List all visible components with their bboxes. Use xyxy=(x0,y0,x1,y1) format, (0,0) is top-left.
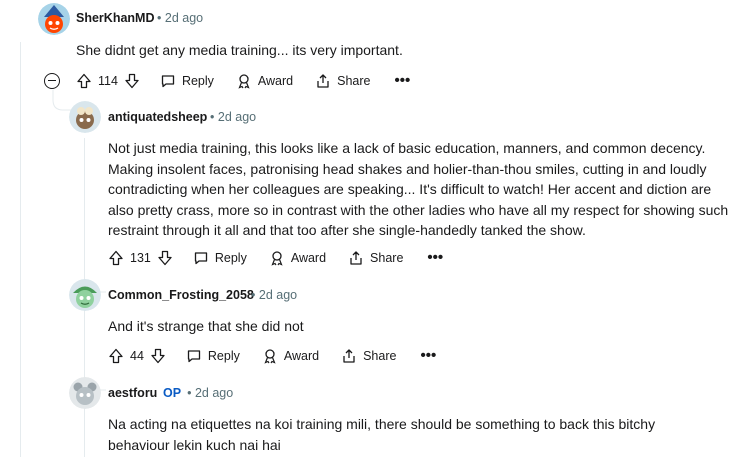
share-label: Share xyxy=(370,251,404,265)
reply-icon xyxy=(161,75,175,88)
reply-label: Reply xyxy=(214,251,247,265)
vote-group: 114 xyxy=(76,73,140,89)
comment-line: Not just media training, this looks like… xyxy=(108,140,706,156)
comment-timestamp: • 2d ago xyxy=(157,11,203,25)
comment-timestamp: • 2d ago xyxy=(210,110,256,124)
vote-count: 44 xyxy=(130,349,144,363)
comment-actions: 44 Reply Award Share ••• xyxy=(108,344,436,368)
share-icon xyxy=(343,349,355,363)
reply-label: Reply xyxy=(181,74,214,88)
reply-button[interactable]: Reply xyxy=(193,250,247,266)
meta-separator: • xyxy=(157,11,162,25)
award-label: Award xyxy=(290,251,327,265)
comment-actions: 131 Reply Award Share ••• xyxy=(108,246,443,270)
comment-line: Na acting na etiquettes na koi training … xyxy=(108,416,656,432)
downvote-icon[interactable] xyxy=(150,348,166,364)
award-icon xyxy=(271,251,283,266)
comment-line: contradicting when her colleagues are sp… xyxy=(108,181,712,197)
upvote-icon[interactable] xyxy=(108,250,124,266)
snoo-avatar-icon xyxy=(38,3,70,35)
time-text: 2d ago xyxy=(164,11,204,25)
reply-button[interactable]: Reply xyxy=(160,73,214,89)
award-icon xyxy=(264,349,276,364)
comment-author[interactable]: SherKhanMD xyxy=(76,11,154,25)
snoo-avatar-icon xyxy=(69,101,101,133)
share-label: Share xyxy=(337,74,371,88)
reply-label: Reply xyxy=(207,349,240,363)
avatar[interactable] xyxy=(38,3,70,35)
thread-line-main xyxy=(20,42,21,457)
comment-timestamp: OP • 2d ago xyxy=(163,386,233,400)
comment-text: And it's strange that she did not xyxy=(108,318,304,334)
snoo-avatar-icon xyxy=(69,377,101,409)
award-button[interactable]: Award xyxy=(262,348,319,364)
share-button[interactable]: Share xyxy=(315,73,370,89)
comment-text: She didnt get any media training... its … xyxy=(76,42,403,58)
comment-author[interactable]: antiquatedsheep xyxy=(108,110,207,124)
award-button[interactable]: Award xyxy=(269,250,326,266)
reply-icon xyxy=(194,252,208,265)
comment-line: restraint through it all and that too af… xyxy=(108,222,586,238)
comment-body: Na acting na etiquettes na koi training … xyxy=(108,414,655,455)
award-button[interactable]: Award xyxy=(236,73,293,89)
time-text: 2d ago xyxy=(258,288,298,302)
comment-timestamp: • 2d ago xyxy=(251,288,297,302)
award-icon xyxy=(238,74,250,89)
share-button[interactable]: Share xyxy=(341,348,396,364)
more-options-button[interactable]: ••• xyxy=(420,348,436,363)
downvote-icon[interactable] xyxy=(124,73,140,89)
time-text: 2d ago xyxy=(217,110,257,124)
meta-separator: • xyxy=(251,288,256,302)
comment-body: She didnt get any media training... its … xyxy=(76,40,403,61)
snoo-avatar-icon xyxy=(69,279,101,311)
op-badge: OP xyxy=(163,386,182,400)
comment-body: And it's strange that she did not xyxy=(108,316,304,337)
avatar[interactable] xyxy=(69,377,101,409)
comment-author[interactable]: aestforu xyxy=(108,386,157,400)
share-icon xyxy=(317,74,329,88)
comment-line: also pretty crass, more so in contrast w… xyxy=(108,201,729,218)
comment-body: Not just media training, this looks like… xyxy=(108,138,728,241)
reply-button[interactable]: Reply xyxy=(186,348,240,364)
downvote-icon[interactable] xyxy=(157,250,173,266)
award-label: Award xyxy=(257,74,294,88)
reply-icon xyxy=(187,350,201,363)
share-icon xyxy=(350,251,362,265)
more-options-button[interactable]: ••• xyxy=(427,250,443,265)
vote-group: 131 xyxy=(108,250,173,266)
avatar[interactable] xyxy=(69,279,101,311)
avatar[interactable] xyxy=(69,101,101,133)
vote-count: 114 xyxy=(98,74,118,88)
comment-author[interactable]: Common_Frosting_2058 xyxy=(108,288,254,302)
time-text: 2d ago xyxy=(194,386,234,400)
collapse-thread-button[interactable] xyxy=(44,73,60,89)
share-button[interactable]: Share xyxy=(348,250,403,266)
comment-actions: 114 Reply Award Share ••• xyxy=(76,69,410,93)
vote-group: 44 xyxy=(108,348,166,364)
upvote-icon[interactable] xyxy=(108,348,124,364)
meta-separator: • xyxy=(187,386,192,400)
award-label: Award xyxy=(283,349,320,363)
meta-separator: • xyxy=(210,110,215,124)
share-label: Share xyxy=(363,349,397,363)
vote-count: 131 xyxy=(130,251,151,265)
comment-line: Making insolent faces, patronising head … xyxy=(108,160,707,177)
more-options-button[interactable]: ••• xyxy=(394,73,410,88)
comment-line: behaviour lekin kuch nai hai xyxy=(108,436,281,453)
upvote-icon[interactable] xyxy=(76,73,92,89)
